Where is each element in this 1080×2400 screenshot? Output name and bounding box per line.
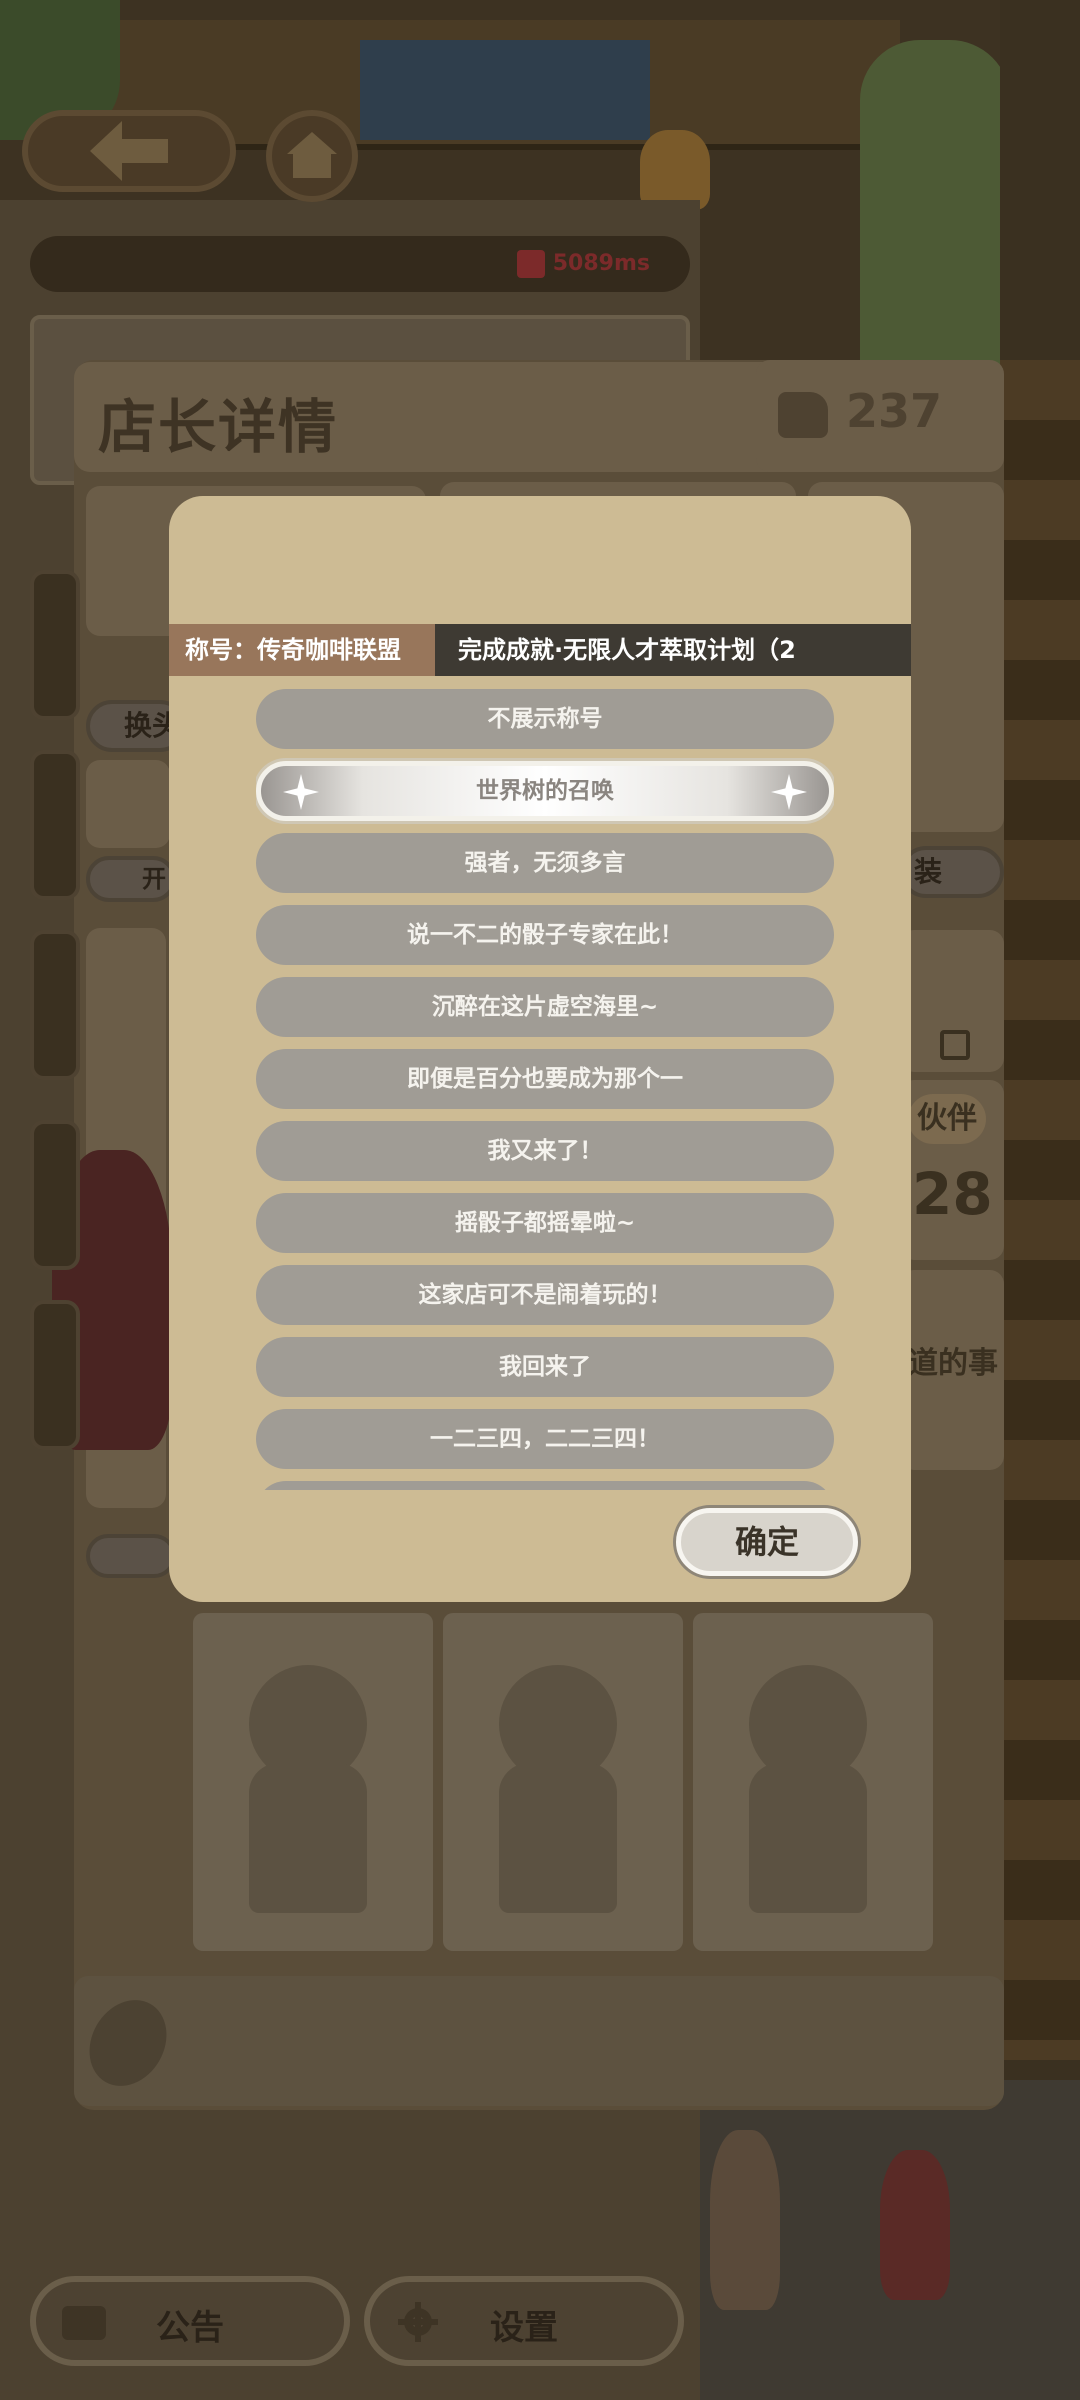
title-option[interactable]: 一二三四，二二三四！ xyxy=(256,1409,834,1469)
settings-label: 设置 xyxy=(490,2308,558,2348)
shop-character xyxy=(640,130,710,210)
title-option[interactable]: 即便是百分也要成为那个一 xyxy=(256,1049,834,1109)
confirm-button[interactable]: 确定 xyxy=(676,1508,858,1576)
side-tab[interactable] xyxy=(30,570,80,720)
sparkle-icon xyxy=(283,774,319,810)
settings-button[interactable]: 设置 xyxy=(364,2276,684,2366)
side-tab[interactable] xyxy=(30,930,80,1080)
achievement-strip xyxy=(74,1976,1004,2106)
title-option[interactable]: 说一不二的骰子专家在此！ xyxy=(256,905,834,965)
title-option-label: 世界树的召唤 xyxy=(476,778,614,804)
thumbs-up-icon xyxy=(778,392,828,438)
current-title-label: 称号：传奇咖啡联盟 xyxy=(185,636,401,664)
title-option[interactable]: 摇骰子都摇晕啦~ xyxy=(256,1193,834,1253)
side-tab[interactable] xyxy=(30,1120,80,1270)
partner-label: 伙伴 xyxy=(908,1094,986,1144)
grey-bar xyxy=(86,1534,176,1578)
ping-value: 5089ms xyxy=(552,251,650,276)
open-button[interactable]: 开 xyxy=(86,856,176,902)
empty-partner-slot[interactable] xyxy=(193,1613,433,1951)
shop-character xyxy=(880,2150,950,2300)
title-option-partial[interactable] xyxy=(256,1481,834,1490)
briefcase-icon xyxy=(62,2306,106,2340)
sparkle-icon xyxy=(771,774,807,810)
title-option[interactable]: 沉醉在这片虚空海里~ xyxy=(256,977,834,1037)
current-title-achievement: 完成成就·无限人才萃取计划（2 xyxy=(458,636,796,664)
shop-window xyxy=(360,40,650,140)
home-button[interactable] xyxy=(266,110,358,202)
side-tab[interactable] xyxy=(30,750,80,900)
title-option[interactable]: 不展示称号 xyxy=(256,689,834,749)
network-status-bar: 5089ms xyxy=(30,236,690,292)
empty-partner-slot[interactable] xyxy=(693,1613,933,1951)
stats-card xyxy=(86,760,170,848)
outfit-label: 装 xyxy=(914,855,943,888)
signal-icon xyxy=(516,250,545,278)
open-label: 开 xyxy=(142,865,166,893)
side-tab[interactable] xyxy=(30,1300,80,1450)
notice-label: 公告 xyxy=(156,2308,224,2348)
ping-readout: 5089ms xyxy=(516,236,690,292)
outfit-button[interactable]: 装 xyxy=(900,846,1004,898)
notice-button[interactable]: 公告 xyxy=(30,2276,350,2366)
title-option[interactable]: 这家店可不是闹着玩的！ xyxy=(256,1265,834,1325)
like-count: 237 xyxy=(846,384,943,438)
gear-icon xyxy=(398,2302,438,2342)
title-option[interactable]: 我又来了！ xyxy=(256,1121,834,1181)
title-option[interactable]: 强者，无须多言 xyxy=(256,833,834,893)
edit-icon[interactable] xyxy=(940,1030,970,1060)
title-options-list[interactable]: 不展示称号 世界树的召唤 强者，无须多言 说一不二的骰子专家在此！ 沉醉在这片虚… xyxy=(256,686,834,1490)
flower-pot-decoration xyxy=(860,40,1010,370)
back-arrow-icon xyxy=(90,121,168,181)
title-option[interactable]: 我回来了 xyxy=(256,1337,834,1397)
title-option-selected[interactable]: 世界树的召唤 xyxy=(256,761,834,821)
back-button[interactable] xyxy=(22,110,236,192)
shop-shelves-right xyxy=(1000,360,1080,2060)
page-title: 店长详情 xyxy=(98,393,339,461)
partner-count: 28 xyxy=(912,1160,993,1228)
home-icon xyxy=(287,132,337,178)
shop-character xyxy=(710,2130,780,2310)
empty-partner-slot[interactable] xyxy=(443,1613,683,1951)
note-snippet: 道的事 xyxy=(908,1346,998,1381)
